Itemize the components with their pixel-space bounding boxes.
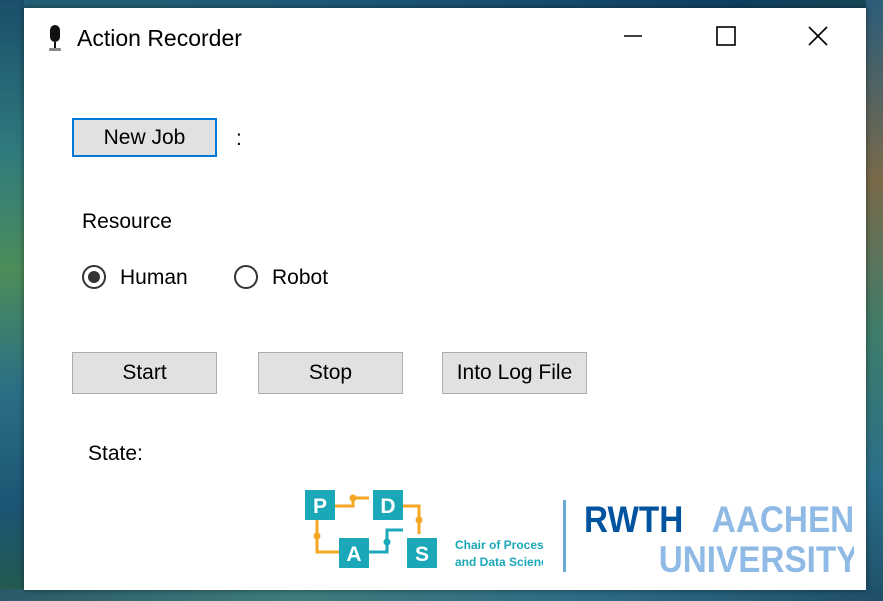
start-button[interactable]: Start bbox=[72, 352, 217, 394]
university-text: UNIVERSITY bbox=[659, 539, 854, 574]
desktop-background-right bbox=[866, 0, 883, 601]
pdas-logo-graphic: P D A S Chair of Process and Data Scienc… bbox=[305, 490, 555, 569]
close-button[interactable] bbox=[795, 16, 841, 56]
human-radio-label[interactable]: Human bbox=[120, 266, 188, 290]
rwth-logo-graphic: RWTH AACHEN UNIVERSITY bbox=[584, 499, 858, 580]
pdas-logo: P D A S Chair of Process and Data Scienc… bbox=[303, 486, 555, 576]
into-log-file-button[interactable]: Into Log File bbox=[442, 352, 587, 394]
new-job-button[interactable]: New Job bbox=[72, 118, 217, 157]
rwth-text: RWTH bbox=[584, 499, 683, 540]
pdas-letter-d: D bbox=[380, 495, 395, 518]
maximize-button[interactable] bbox=[703, 16, 749, 56]
desktop-background-left bbox=[0, 0, 24, 601]
stop-button[interactable]: Stop bbox=[258, 352, 403, 394]
title-bar[interactable]: Action Recorder bbox=[24, 8, 866, 68]
pdas-text-line2: and Data Science bbox=[455, 555, 543, 569]
resource-label: Resource bbox=[82, 210, 172, 233]
human-radio[interactable] bbox=[82, 265, 106, 289]
action-recorder-window: Action Recorder New Job : Resource Human bbox=[24, 8, 866, 590]
desktop-background-bottom bbox=[0, 589, 883, 601]
robot-radio-label[interactable]: Robot bbox=[272, 266, 328, 290]
pdas-text-line1: Chair of Process bbox=[455, 538, 543, 552]
minimize-button[interactable] bbox=[610, 16, 656, 56]
radio-selected-dot bbox=[88, 271, 100, 283]
pdas-letter-p: P bbox=[313, 495, 327, 518]
pdas-letter-a: A bbox=[346, 543, 361, 566]
job-value-label: : bbox=[236, 127, 242, 150]
state-label: State: bbox=[88, 442, 143, 465]
minimize-icon bbox=[624, 35, 642, 37]
robot-radio[interactable] bbox=[234, 265, 258, 289]
pdas-letter-s: S bbox=[415, 543, 429, 566]
logo-divider bbox=[563, 500, 566, 572]
rwth-logo: RWTH AACHEN UNIVERSITY bbox=[584, 498, 858, 580]
microphone-icon bbox=[49, 25, 61, 51]
aachen-text: AACHEN bbox=[712, 499, 854, 540]
maximize-icon bbox=[716, 26, 736, 46]
window-title: Action Recorder bbox=[77, 25, 242, 51]
close-icon bbox=[808, 26, 828, 46]
